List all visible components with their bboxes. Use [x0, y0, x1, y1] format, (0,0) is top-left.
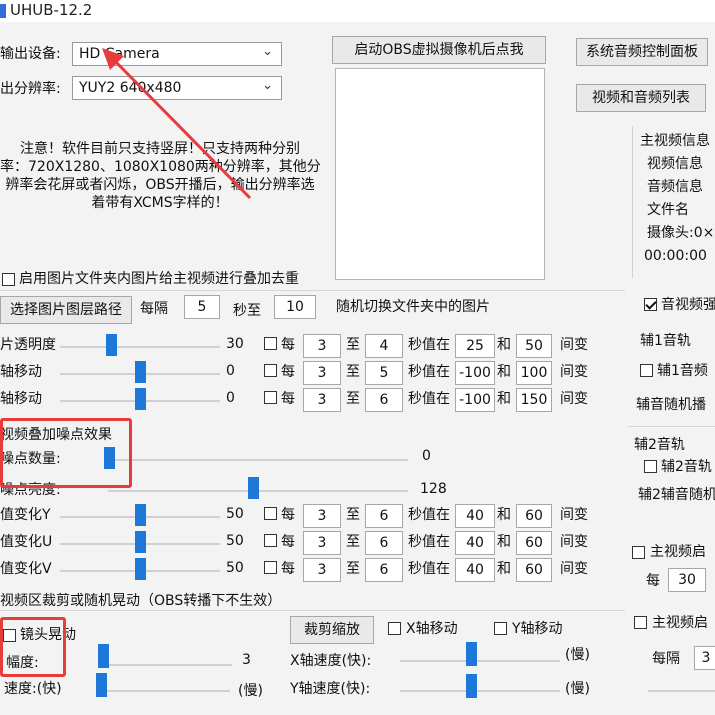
- arrow-annotation: [102, 48, 252, 200]
- arrow-line: [110, 56, 252, 200]
